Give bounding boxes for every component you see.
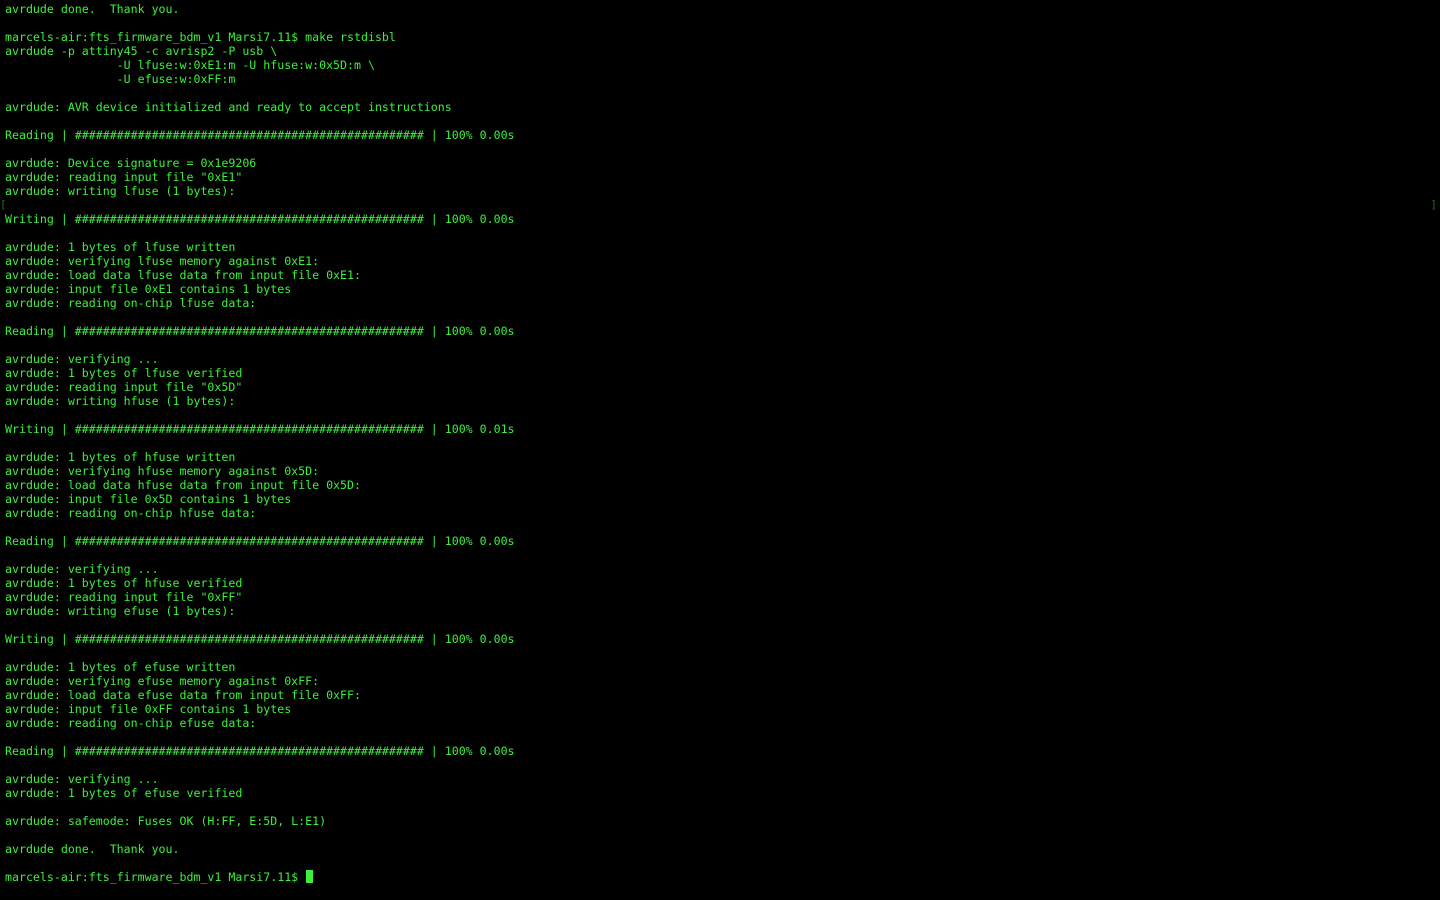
terminal-line: avrdude: safemode: Fuses OK (H:FF, E:5D,… [5,814,327,828]
right-edge-marker: ] [1430,198,1437,211]
terminal-line: avrdude: reading input file "0xFF" [5,590,243,604]
terminal-line: avrdude: input file 0xFF contains 1 byte… [5,702,292,716]
terminal-line: avrdude: reading on-chip hfuse data: [5,506,257,520]
terminal-line: avrdude: load data efuse data from input… [5,688,361,702]
terminal-line: avrdude: reading on-chip efuse data: [5,716,257,730]
terminal-line: avrdude: reading on-chip lfuse data: [5,296,257,310]
terminal-line: -U lfuse:w:0xE1:m -U hfuse:w:0x5D:m \ [5,58,375,72]
terminal-line: avrdude: load data lfuse data from input… [5,268,361,282]
terminal-line: avrdude: input file 0x5D contains 1 byte… [5,492,292,506]
terminal-window[interactable]: avrdude done. Thank you. marcels-air:fts_… [0,0,1440,900]
terminal-line: marcels-air:fts_firmware_bdm_v1 Marsi7.1… [5,30,396,44]
terminal-line: avrdude: verifying ... [5,352,159,366]
terminal-line: avrdude: writing lfuse (1 bytes): [5,184,236,198]
terminal-line: Reading | ##############################… [5,324,515,338]
terminal-line: avrdude: AVR device initialized and read… [5,100,452,114]
shell-prompt: marcels-air:fts_firmware_bdm_v1 Marsi7.1… [5,870,306,884]
terminal-line: avrdude: reading input file "0x5D" [5,380,243,394]
terminal-line: avrdude: writing efuse (1 bytes): [5,604,236,618]
terminal-line: avrdude: reading input file "0xE1" [5,170,243,184]
text-cursor [306,870,314,883]
terminal-line: avrdude: 1 bytes of efuse verified [5,786,243,800]
terminal-line: Reading | ##############################… [5,534,515,548]
terminal-line: avrdude: verifying ... [5,562,159,576]
terminal-line: Writing | ##############################… [5,632,515,646]
terminal-line: Writing | ##############################… [5,422,515,436]
terminal-line: avrdude: verifying lfuse memory against … [5,254,320,268]
terminal-line: Reading | ##############################… [5,128,515,142]
terminal-line: avrdude: 1 bytes of lfuse written [5,240,236,254]
terminal-line: avrdude: 1 bytes of efuse written [5,660,236,674]
terminal-line: Writing | ##############################… [5,212,515,226]
terminal-line: avrdude: input file 0xE1 contains 1 byte… [5,282,292,296]
terminal-line: avrdude done. Thank you. [5,2,180,16]
terminal-line: Reading | ##############################… [5,744,515,758]
terminal-line: avrdude: Device signature = 0x1e9206 [5,156,257,170]
terminal-line: avrdude: 1 bytes of lfuse verified [5,366,243,380]
terminal-line: avrdude: load data hfuse data from input… [5,478,361,492]
terminal-line: avrdude -p attiny45 -c avrisp2 -P usb \ [5,44,278,58]
terminal-line: avrdude: 1 bytes of hfuse verified [5,576,243,590]
terminal-line: -U efuse:w:0xFF:m [5,72,236,86]
left-edge-marker: [ [0,198,7,211]
terminal-line: avrdude: verifying efuse memory against … [5,674,320,688]
prompt-line[interactable]: marcels-air:fts_firmware_bdm_v1 Marsi7.1… [5,870,515,884]
terminal-line: avrdude: verifying ... [5,772,159,786]
terminal-line: avrdude: writing hfuse (1 bytes): [5,394,236,408]
terminal-output: avrdude done. Thank you. marcels-air:fts_… [5,2,515,884]
terminal-line: avrdude: 1 bytes of hfuse written [5,450,236,464]
terminal-line: avrdude: verifying hfuse memory against … [5,464,320,478]
terminal-line: avrdude done. Thank you. [5,842,180,856]
